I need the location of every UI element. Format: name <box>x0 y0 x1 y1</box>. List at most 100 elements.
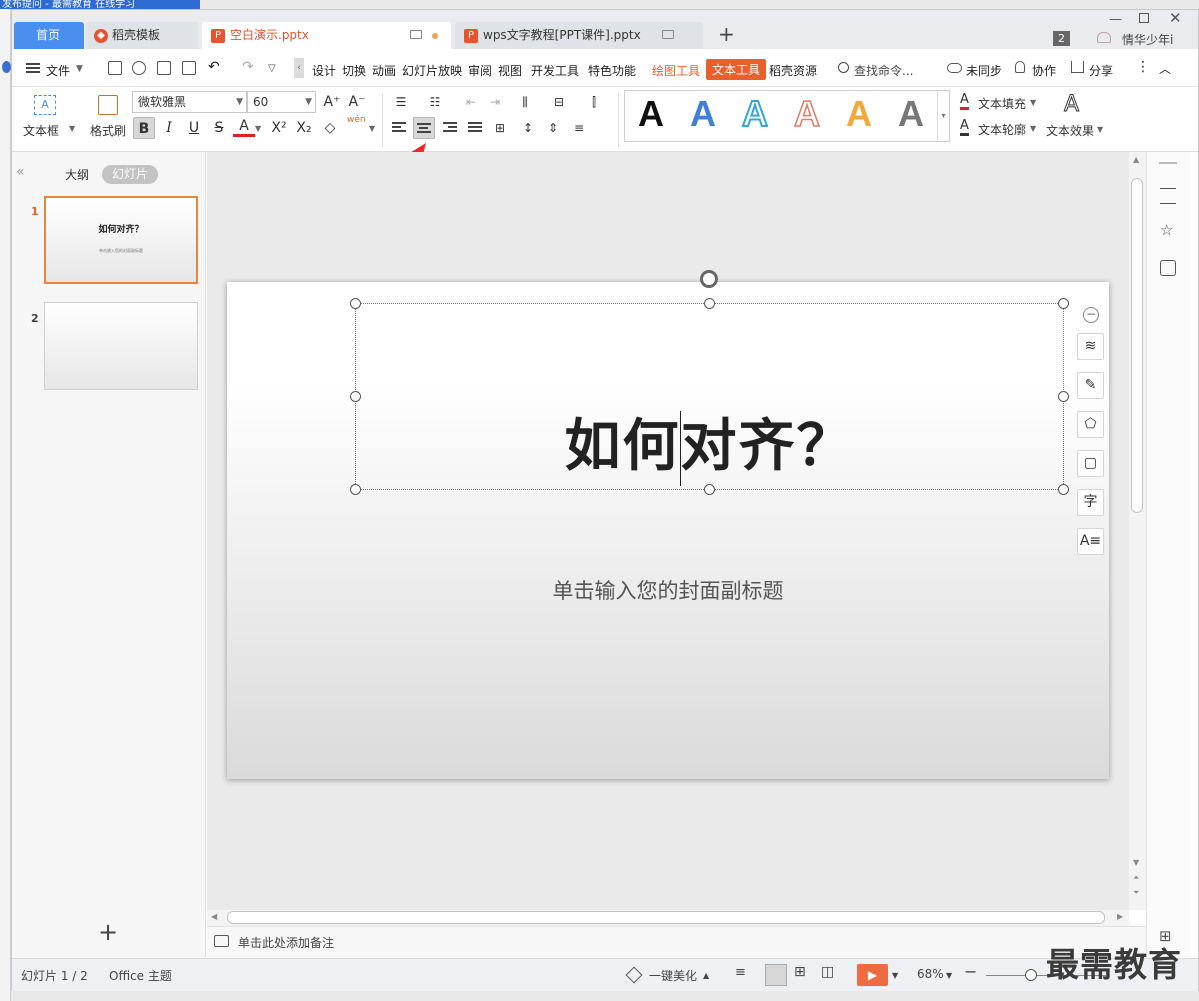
export-icon[interactable] <box>182 61 196 75</box>
align-left-icon[interactable] <box>388 117 410 139</box>
slide-thumbnail-1[interactable]: 如何对齐？ 单击输入您的封面副标题 <box>44 196 198 284</box>
scroll-up-icon[interactable]: ▲ <box>1133 155 1139 164</box>
more-options-icon[interactable]: ⋮ <box>1136 59 1150 75</box>
subscript-icon[interactable]: X₂ <box>293 117 315 139</box>
theme-name[interactable]: Office 主题 <box>109 967 172 984</box>
scroll-left-icon[interactable]: ◀ <box>211 912 217 921</box>
play-slideshow-icon[interactable]: ▶ <box>857 964 888 986</box>
chevron-up-icon[interactable]: ▲ <box>703 971 709 980</box>
resize-handle[interactable] <box>350 391 361 402</box>
notes-toggle-icon[interactable]: ≡ <box>735 965 746 980</box>
menu-transition[interactable]: 切换 <box>342 62 366 79</box>
resize-handle[interactable] <box>1058 391 1069 402</box>
notes-pane[interactable]: 单击此处添加备注 <box>207 926 1146 958</box>
increase-font-size-icon[interactable]: A⁺ <box>321 91 343 113</box>
distributed-align-icon[interactable]: ⊞ <box>489 117 511 139</box>
resize-handle[interactable] <box>350 298 361 309</box>
increase-indent-icon[interactable]: ⇥ <box>484 91 506 113</box>
tab-wps-tutorial[interactable]: P wps文字教程[PPT课件].pptx <box>455 22 703 49</box>
shape-outline-icon[interactable]: ▢ <box>1077 450 1104 477</box>
format-painter-label[interactable]: 格式刷 <box>90 122 126 139</box>
text-fill-icon[interactable]: A <box>960 93 969 110</box>
menu-text-tools[interactable]: 文本工具 <box>706 59 767 80</box>
font-color-icon[interactable]: A <box>233 117 255 137</box>
text-wrap-icon[interactable]: 字 <box>1077 489 1104 516</box>
line-spacing-icon[interactable]: ↕ <box>517 117 539 139</box>
resize-handle[interactable] <box>1058 484 1069 495</box>
monitor-icon[interactable] <box>410 30 422 39</box>
chevron-down-icon[interactable]: ▼ <box>946 971 952 980</box>
animation-star-icon[interactable]: ☆ <box>1160 221 1173 239</box>
slide-thumbnail-2[interactable] <box>44 302 198 390</box>
chevron-down-icon[interactable]: ▼ <box>69 124 75 133</box>
text-fill-button[interactable]: 文本填充 <box>978 95 1026 112</box>
redo-icon[interactable]: ↷ <box>242 59 254 75</box>
format-painter-icon[interactable] <box>98 95 118 115</box>
scroll-left-icon[interactable]: ‹ <box>294 58 304 78</box>
menu-review[interactable]: 审阅 <box>468 62 492 79</box>
text-outline-button[interactable]: 文本轮廓 <box>978 121 1026 138</box>
horizontal-scroll-thumb[interactable] <box>227 911 1105 924</box>
resize-handle[interactable] <box>704 298 715 309</box>
chevron-down-icon[interactable]: ▼ <box>255 124 261 133</box>
collapse-floating-tools-icon[interactable]: − <box>1083 307 1099 323</box>
underline-icon[interactable]: U <box>183 117 205 139</box>
transition-icon[interactable] <box>1160 260 1176 276</box>
add-slide-button[interactable]: + <box>98 920 118 944</box>
menu-docer-resources[interactable]: 稻壳资源 <box>769 62 817 79</box>
textbox-button-label[interactable]: 文本框 <box>23 122 59 139</box>
search-icon[interactable] <box>838 62 849 73</box>
decrease-font-size-icon[interactable]: A⁻ <box>346 91 368 113</box>
collaborate-button[interactable]: 协作 <box>1032 62 1056 79</box>
user-name[interactable]: 情华少年i <box>1122 31 1173 48</box>
zoom-out-icon[interactable]: − <box>964 962 977 981</box>
text-effect-button[interactable]: 文本效果 <box>1046 122 1094 139</box>
reading-view-icon[interactable]: ◫ <box>821 964 834 980</box>
minimize-icon[interactable]: — <box>1109 12 1122 27</box>
window-count-badge[interactable]: 2 <box>1053 31 1070 46</box>
wordart-style-blue[interactable]: A <box>683 93 723 135</box>
align-center-icon[interactable] <box>413 117 435 139</box>
wordart-style-gray[interactable]: A <box>891 93 931 135</box>
decrease-indent-icon[interactable]: ⇤ <box>460 91 482 113</box>
font-size-select[interactable]: 60 ▼ <box>247 91 316 113</box>
spacing-options-icon[interactable]: ≡ <box>568 117 590 139</box>
resize-handle[interactable] <box>350 484 361 495</box>
justify-icon[interactable] <box>464 117 486 139</box>
strikethrough-icon[interactable]: S <box>208 117 230 139</box>
chevron-down-icon[interactable]: ▼ <box>1097 125 1103 134</box>
vertical-scroll-thumb[interactable] <box>1131 178 1143 513</box>
brush-icon[interactable]: ✎ <box>1077 372 1104 399</box>
menu-slideshow[interactable]: 幻灯片放映 <box>402 62 462 79</box>
previous-slide-icon[interactable]: ⏶ <box>1133 873 1139 883</box>
align-text-icon[interactable]: ⊟ <box>548 91 570 113</box>
wordart-style-outline-red[interactable]: A <box>787 92 827 135</box>
resize-handle[interactable] <box>1058 298 1069 309</box>
columns-icon[interactable]: ⫿ <box>583 91 605 113</box>
menu-file[interactable]: 文件 <box>46 62 70 79</box>
slide-title[interactable]: 如何对齐？ <box>355 412 1064 482</box>
tab-docer-templates[interactable]: ◆ 稻壳模板 <box>86 22 198 49</box>
layers-icon[interactable]: ≋ <box>1077 333 1104 360</box>
bold-icon[interactable]: B <box>133 117 155 139</box>
wordart-style-black[interactable]: A <box>631 93 671 135</box>
menu-drawing-tools[interactable]: 绘图工具 <box>652 62 700 79</box>
menu-special-features[interactable]: 特色功能 <box>588 62 636 79</box>
save-icon[interactable] <box>108 61 122 75</box>
notes-placeholder[interactable]: 单击此处添加备注 <box>238 934 334 951</box>
maximize-icon[interactable] <box>1139 13 1149 23</box>
wordart-style-gallery[interactable]: A A A A A A ▾ <box>624 90 950 142</box>
menu-view[interactable]: 视图 <box>498 62 522 79</box>
text-outline-icon[interactable]: A <box>960 119 969 136</box>
slide-subtitle-placeholder[interactable]: 单击输入您的封面副标题 <box>228 575 1108 605</box>
normal-view-icon[interactable] <box>765 964 787 986</box>
menu-design[interactable]: 设计 <box>312 62 336 79</box>
text-direction-icon[interactable]: ⫼ <box>514 91 536 113</box>
superscript-icon[interactable]: X² <box>268 117 290 139</box>
new-tab-plus-icon[interactable]: + <box>718 22 735 46</box>
tab-blank-presentation[interactable]: P 空白演示.pptx <box>202 22 451 49</box>
slide-sorter-view-icon[interactable]: ⊞ <box>794 964 806 980</box>
fill-bucket-icon[interactable]: ⬠ <box>1077 411 1104 438</box>
text-settings-icon[interactable]: A≡ <box>1077 528 1104 555</box>
collapse-panel-icon[interactable]: « <box>16 164 25 180</box>
